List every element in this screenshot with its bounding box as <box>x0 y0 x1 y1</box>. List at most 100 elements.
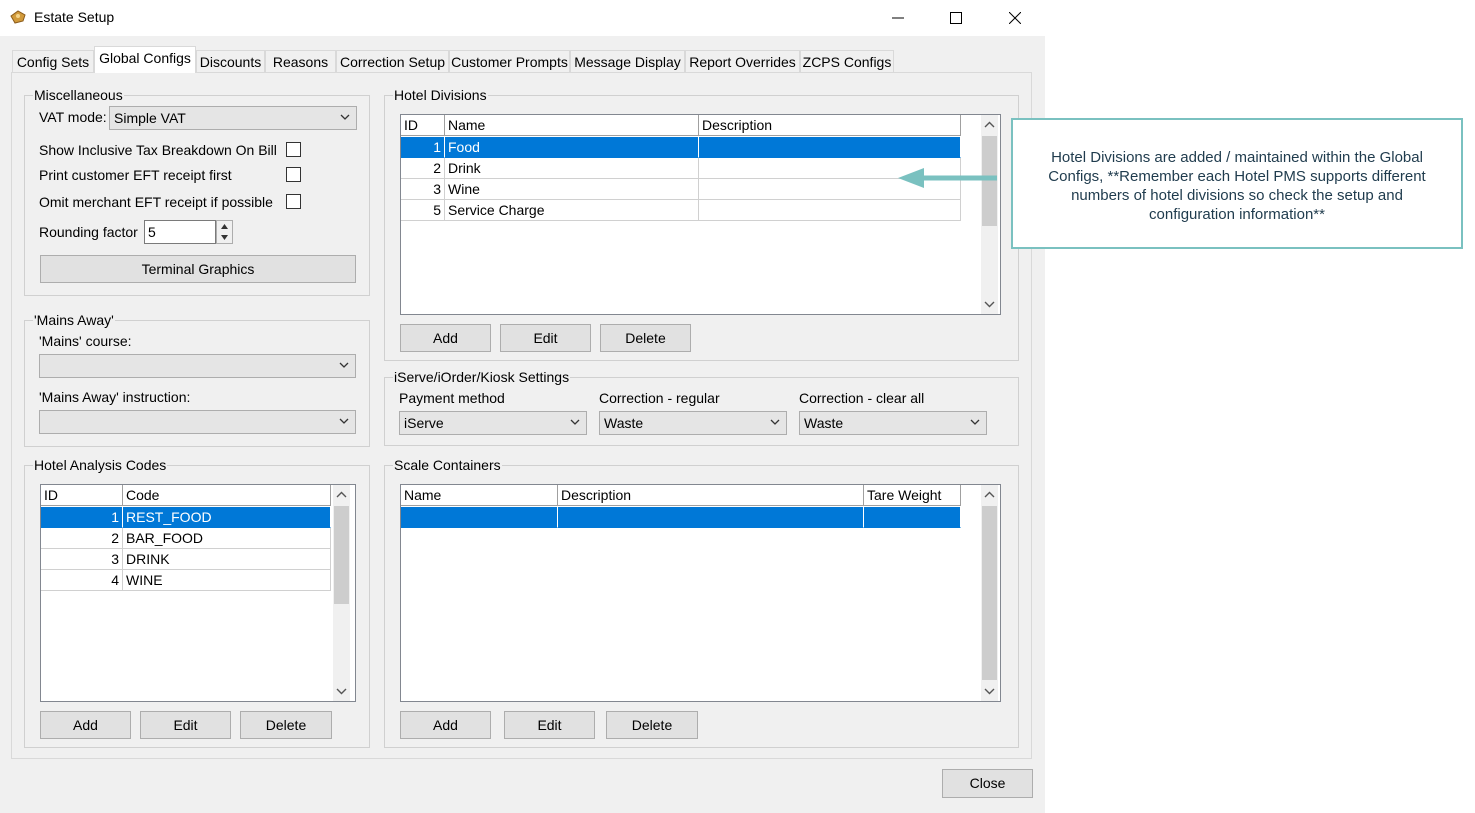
scroll-down-icon[interactable] <box>984 300 995 308</box>
correction-regular-select[interactable]: Waste <box>599 411 787 435</box>
hotel-analysis-codes-grid[interactable]: ID Code 1 REST_FOOD 2 BAR_FOOD 3 DRINK 4… <box>40 484 356 702</box>
cell-id: 3 <box>41 549 123 570</box>
correction-clear-label: Correction - clear all <box>799 390 925 406</box>
chevron-down-icon <box>339 362 349 368</box>
mains-course-select[interactable] <box>39 354 356 378</box>
cell-description <box>558 507 864 528</box>
app-icon <box>10 10 26 24</box>
terminal-graphics-button[interactable]: Terminal Graphics <box>40 255 356 283</box>
tab-report-overrides[interactable]: Report Overrides <box>685 50 800 72</box>
miscellaneous-legend: Miscellaneous <box>33 86 124 104</box>
hotel-analysis-add-button[interactable]: Add <box>40 711 131 739</box>
rounding-factor-input[interactable]: 5 <box>144 220 216 244</box>
column-header-id[interactable]: ID <box>41 485 123 506</box>
cell-name: Drink <box>445 158 699 179</box>
tab-message-display[interactable]: Message Display <box>570 50 685 72</box>
chevron-down-icon <box>339 418 349 424</box>
hotel-analysis-codes-group: Hotel Analysis Codes ID Code 1 REST_FOOD… <box>24 456 370 748</box>
cell-id: 5 <box>401 200 445 221</box>
scale-containers-edit-button[interactable]: Edit <box>504 711 595 739</box>
tab-discounts[interactable]: Discounts <box>196 50 265 72</box>
chevron-down-icon <box>340 114 350 120</box>
column-header-code[interactable]: Code <box>123 485 331 506</box>
spin-down-icon[interactable] <box>220 234 229 241</box>
callout-text: Hotel Divisions are added / maintained w… <box>1048 149 1426 223</box>
rounding-factor-label: Rounding factor <box>39 224 138 240</box>
payment-method-value: iServe <box>404 415 444 431</box>
cell-name: Wine <box>445 179 699 200</box>
vat-mode-label: VAT mode: <box>39 109 107 125</box>
mains-away-instruction-select[interactable] <box>39 410 356 434</box>
window-title: Estate Setup <box>34 9 115 25</box>
cell-tare-weight <box>864 507 961 528</box>
cell-name: Food <box>445 137 699 158</box>
cell-id: 2 <box>41 528 123 549</box>
column-header-name[interactable]: Name <box>401 485 558 506</box>
scroll-down-icon[interactable] <box>336 687 347 695</box>
close-window-button[interactable] <box>986 0 1044 36</box>
chevron-down-icon <box>970 419 980 425</box>
hotel-analysis-edit-button[interactable]: Edit <box>140 711 231 739</box>
hotel-divisions-edit-button[interactable]: Edit <box>500 324 591 352</box>
tab-config-sets[interactable]: Config Sets <box>12 50 94 72</box>
tab-correction-setup[interactable]: Correction Setup <box>336 50 449 72</box>
payment-method-label: Payment method <box>399 390 505 406</box>
column-header-tare-weight[interactable]: Tare Weight <box>864 485 961 506</box>
scrollbar-thumb[interactable] <box>982 506 997 680</box>
maximize-button[interactable] <box>927 0 985 36</box>
scale-containers-group: Scale Containers Name Description Tare W… <box>384 456 1019 748</box>
tab-global-configs[interactable]: Global Configs <box>94 46 196 73</box>
vertical-scrollbar[interactable] <box>333 485 350 701</box>
cell-code: DRINK <box>123 549 331 570</box>
correction-regular-label: Correction - regular <box>599 390 720 406</box>
chevron-down-icon <box>570 419 580 425</box>
omit-eft-checkbox[interactable] <box>286 194 301 209</box>
hotel-divisions-grid[interactable]: ID Name Description 1 Food 2 Drink 3 Win… <box>400 114 1001 315</box>
spin-up-icon[interactable] <box>220 223 229 230</box>
miscellaneous-group: Miscellaneous VAT mode: Simple VAT Show … <box>24 86 370 296</box>
close-button[interactable]: Close <box>942 769 1033 798</box>
hotel-divisions-delete-button[interactable]: Delete <box>600 324 691 352</box>
print-eft-checkbox[interactable] <box>286 167 301 182</box>
tab-zcps-configs[interactable]: ZCPS Configs <box>800 50 894 72</box>
payment-method-select[interactable]: iServe <box>399 411 587 435</box>
scale-containers-delete-button[interactable]: Delete <box>606 711 698 739</box>
column-header-description[interactable]: Description <box>558 485 864 506</box>
rounding-factor-spinner[interactable] <box>216 220 233 244</box>
hotel-divisions-group: Hotel Divisions ID Name Description 1 Fo… <box>384 86 1019 361</box>
column-header-id[interactable]: ID <box>401 115 445 136</box>
print-eft-label: Print customer EFT receipt first <box>39 167 232 183</box>
column-header-description[interactable]: Description <box>699 115 961 136</box>
tab-customer-prompts[interactable]: Customer Prompts <box>449 50 570 72</box>
vat-mode-value: Simple VAT <box>114 110 186 126</box>
scrollbar-thumb[interactable] <box>334 506 349 604</box>
hotel-analysis-delete-button[interactable]: Delete <box>240 711 332 739</box>
title-bar: Estate Setup <box>0 0 1045 36</box>
mains-away-legend: 'Mains Away' <box>33 311 115 329</box>
cell-id: 1 <box>401 137 445 158</box>
column-header-name[interactable]: Name <box>445 115 699 136</box>
scale-containers-grid[interactable]: Name Description Tare Weight <box>400 484 1001 702</box>
chevron-down-icon <box>770 419 780 425</box>
estate-setup-window: Estate Setup Config Sets Global Configs … <box>0 0 1045 813</box>
vertical-scrollbar[interactable] <box>981 485 998 701</box>
correction-regular-value: Waste <box>604 415 644 431</box>
cell-id: 2 <box>401 158 445 179</box>
inclusive-tax-label: Show Inclusive Tax Breakdown On Bill <box>39 142 277 158</box>
inclusive-tax-checkbox[interactable] <box>286 142 301 157</box>
vat-mode-select[interactable]: Simple VAT <box>109 106 357 130</box>
scale-containers-add-button[interactable]: Add <box>400 711 491 739</box>
mains-away-group: 'Mains Away' 'Mains' course: 'Mains Away… <box>24 311 370 447</box>
cell-name <box>401 507 558 528</box>
scroll-up-icon[interactable] <box>984 491 995 499</box>
hotel-divisions-add-button[interactable]: Add <box>400 324 491 352</box>
tab-reasons[interactable]: Reasons <box>265 50 336 72</box>
cell-name: Service Charge <box>445 200 699 221</box>
vertical-scrollbar[interactable] <box>981 115 998 314</box>
minimize-button[interactable] <box>869 0 927 36</box>
scroll-up-icon[interactable] <box>336 491 347 499</box>
correction-clear-select[interactable]: Waste <box>799 411 987 435</box>
scale-containers-legend: Scale Containers <box>393 456 502 474</box>
scroll-up-icon[interactable] <box>984 121 995 129</box>
scroll-down-icon[interactable] <box>984 687 995 695</box>
